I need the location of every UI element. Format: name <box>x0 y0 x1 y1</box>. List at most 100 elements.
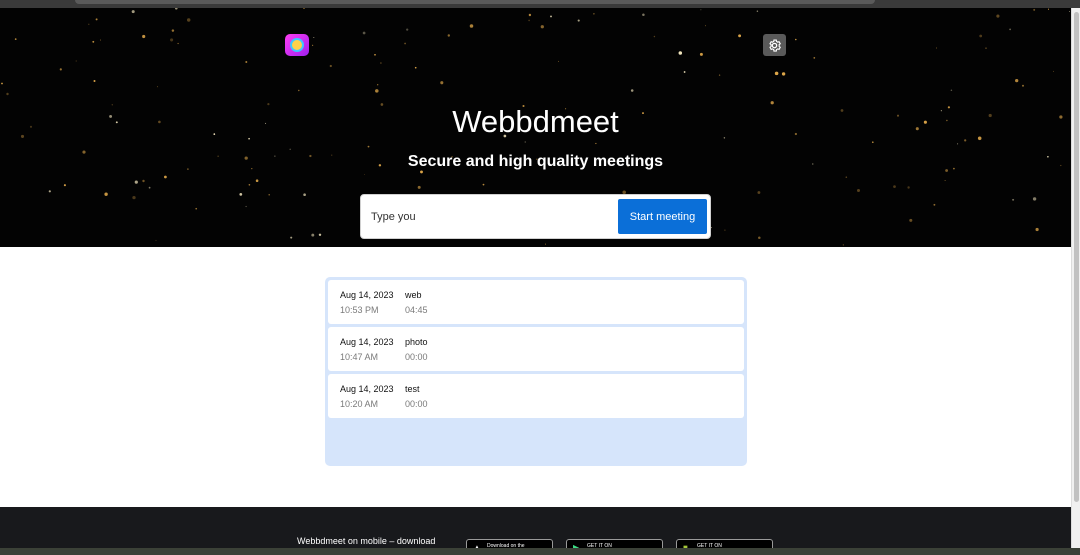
star <box>528 13 532 17</box>
star <box>1021 84 1025 87</box>
star <box>1047 8 1050 10</box>
app-logo-icon[interactable] <box>285 34 309 56</box>
star <box>893 185 896 188</box>
star <box>248 183 251 186</box>
star <box>375 89 379 93</box>
star <box>757 191 761 194</box>
star <box>156 86 159 88</box>
star <box>845 176 848 178</box>
hero-section: Webbdmeet Secure and high quality meetin… <box>0 8 1071 247</box>
meeting-name: photo <box>405 337 428 347</box>
star <box>313 36 315 39</box>
page-viewport: Webbdmeet Secure and high quality meetin… <box>0 8 1071 555</box>
star <box>298 89 300 92</box>
list-item[interactable]: Aug 14, 2023 10:47 AM photo 00:00 <box>328 327 744 371</box>
star <box>14 38 17 40</box>
page-title: Webbdmeet <box>452 104 619 139</box>
star <box>164 175 167 179</box>
scrollbar-thumb[interactable] <box>1074 12 1079 502</box>
star <box>239 193 243 196</box>
star <box>131 10 135 14</box>
star <box>1035 227 1039 232</box>
star <box>59 68 62 71</box>
star <box>1 82 3 85</box>
star <box>642 13 645 16</box>
star <box>170 38 174 42</box>
gear-icon <box>769 39 781 52</box>
star <box>1053 70 1054 72</box>
star <box>440 81 444 85</box>
star <box>245 61 248 63</box>
meeting-date: Aug 14, 2023 <box>340 384 394 394</box>
meeting-name: test <box>405 384 420 394</box>
star <box>718 74 721 76</box>
settings-button[interactable] <box>763 34 786 56</box>
meeting-date: Aug 14, 2023 <box>340 290 394 300</box>
star <box>63 184 66 187</box>
star <box>996 14 1000 18</box>
star <box>528 19 530 22</box>
star <box>404 42 406 45</box>
star <box>245 205 247 208</box>
star <box>1032 197 1037 201</box>
star <box>1009 28 1011 31</box>
meeting-date: Aug 14, 2023 <box>340 337 394 347</box>
star <box>134 180 138 184</box>
list-item[interactable]: Aug 14, 2023 10:53 PM web 04:45 <box>328 280 744 324</box>
star <box>380 62 382 64</box>
star <box>545 243 546 245</box>
star <box>774 71 779 76</box>
star <box>1012 198 1015 201</box>
meeting-duration: 04:45 <box>405 305 428 315</box>
star <box>524 141 526 143</box>
star <box>944 180 946 181</box>
meeting-time: 10:53 PM <box>340 305 379 315</box>
star <box>367 145 370 148</box>
star <box>195 207 198 210</box>
star <box>950 89 953 92</box>
star <box>756 10 759 12</box>
star <box>700 9 702 11</box>
star <box>92 40 95 43</box>
star <box>100 39 102 41</box>
star <box>936 47 937 49</box>
star <box>856 188 861 193</box>
browser-tab-bar <box>75 0 875 4</box>
meeting-name: web <box>405 290 422 300</box>
star <box>1015 78 1019 83</box>
page-scrollbar[interactable] <box>1071 8 1080 555</box>
star <box>1069 10 1070 12</box>
star <box>540 25 544 29</box>
star <box>705 25 707 27</box>
star <box>595 142 597 145</box>
star <box>363 173 365 175</box>
browser-top-strip <box>0 0 1080 8</box>
meeting-history-list: Aug 14, 2023 10:53 PM web 04:45 Aug 14, … <box>325 277 747 466</box>
os-taskbar <box>0 548 1080 555</box>
star <box>142 34 146 39</box>
star <box>557 60 560 62</box>
star <box>290 236 293 239</box>
star <box>303 193 306 197</box>
star <box>312 44 314 46</box>
star <box>1033 8 1036 11</box>
star <box>758 236 761 240</box>
star <box>268 193 270 196</box>
star <box>414 66 417 69</box>
star <box>171 29 175 32</box>
start-meeting-button[interactable]: Start meeting <box>618 199 707 234</box>
star <box>678 51 683 55</box>
meeting-name-input[interactable] <box>371 207 611 227</box>
star <box>329 64 332 68</box>
star <box>302 8 306 10</box>
star <box>75 60 77 62</box>
star <box>550 15 552 18</box>
mobile-download-text: Webbdmeet on mobile – download <box>297 536 436 546</box>
star <box>318 233 322 237</box>
star <box>417 185 421 189</box>
list-item[interactable]: Aug 14, 2023 10:20 AM test 00:00 <box>328 374 744 418</box>
page-subtitle: Secure and high quality meetings <box>407 153 664 170</box>
meeting-search-box: Start meeting <box>360 194 711 239</box>
star <box>842 244 844 246</box>
star <box>104 192 108 196</box>
